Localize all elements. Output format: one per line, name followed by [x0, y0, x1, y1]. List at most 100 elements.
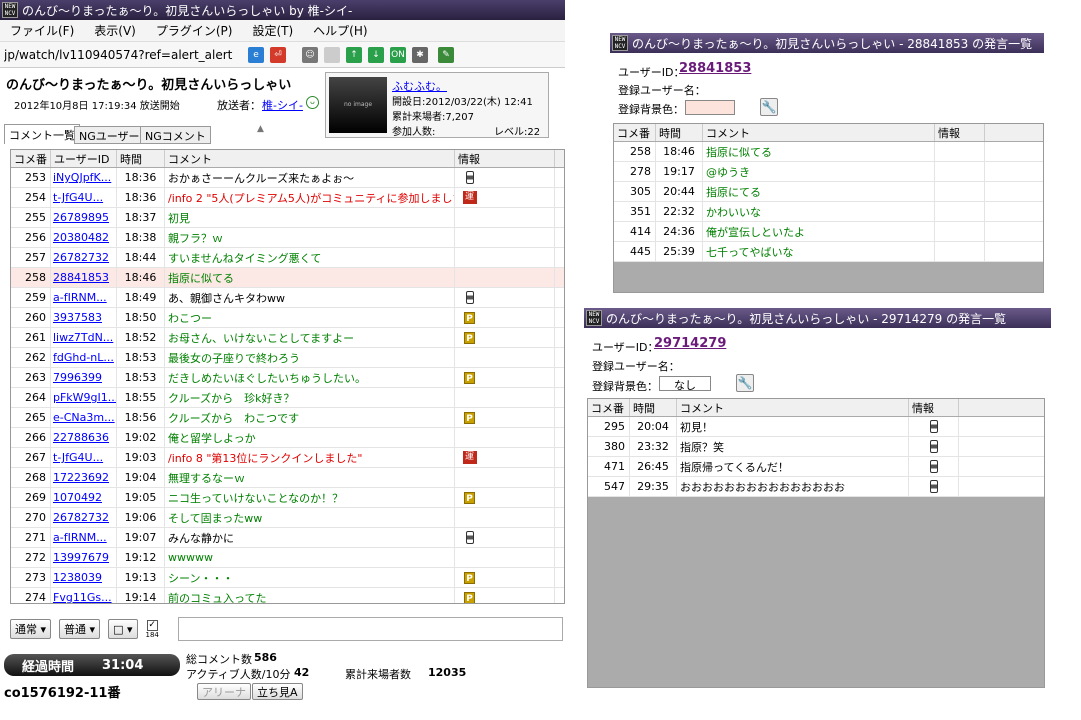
table-row[interactable]: 265 e-CNa3m... 18:56 クルーズから わこつです P: [11, 408, 564, 428]
menu-view[interactable]: 表示(V): [84, 22, 146, 39]
tab-comments[interactable]: コメント一覧: [4, 124, 80, 144]
table-row[interactable]: 271 a-fIRNM... 19:07 みんな静かに: [11, 528, 564, 548]
row-user-id-link[interactable]: Fvg11Gs...: [51, 591, 112, 603]
row-user-id-link[interactable]: e-CNa3m...: [51, 411, 115, 424]
row-user-id-link[interactable]: iNyQJpfK...: [51, 171, 111, 184]
table-row[interactable]: 414 24:36 俺が宣伝しといたよ: [614, 222, 1043, 242]
p2-col-comment[interactable]: コメント: [677, 399, 909, 416]
url-field[interactable]: jp/watch/lv110940574?ref=alert_alert: [4, 48, 242, 62]
row-user-id-link[interactable]: 13997679: [51, 551, 109, 564]
table-row[interactable]: 295 20:04 初見！: [588, 417, 1044, 437]
style-select[interactable]: 通常 ▾: [10, 619, 52, 639]
menu-plugin[interactable]: プラグイン(P): [146, 22, 243, 39]
row-user-id-link[interactable]: a-fIRNM...: [51, 531, 107, 544]
table-row[interactable]: 255 26789895 18:37 初見: [11, 208, 564, 228]
table-row[interactable]: 270 26782732 19:06 そして固まったww: [11, 508, 564, 528]
robot-icon[interactable]: ☺: [302, 46, 318, 63]
connect-icon[interactable]: e: [248, 46, 264, 63]
tab-ng-users[interactable]: NGユーザー: [74, 126, 145, 144]
broadcaster-link[interactable]: 椎-シイ-: [262, 97, 303, 113]
table-row[interactable]: 351 22:32 かわいいな: [614, 202, 1043, 222]
table-row[interactable]: 547 29:35 おおおおおおおおおおおおおおお: [588, 477, 1044, 497]
col-comment[interactable]: コメント: [165, 150, 455, 167]
row-user-id-link[interactable]: 1238039: [51, 571, 102, 584]
col-time[interactable]: 時間: [117, 150, 165, 167]
table-row[interactable]: 273 1238039 19:13 シーン・・・ P: [11, 568, 564, 588]
tab-ng-comments[interactable]: NGコメント: [140, 126, 211, 144]
table-row[interactable]: 445 25:39 七千ってやばいな: [614, 242, 1043, 262]
table-row[interactable]: 269 1070492 19:05 ニコ生っていけないことなのか！？ P: [11, 488, 564, 508]
table-row[interactable]: 380 23:32 指原？笑: [588, 437, 1044, 457]
table-row[interactable]: 471 26:45 指原帰ってくるんだ！: [588, 457, 1044, 477]
table-row[interactable]: 258 28841853 18:46 指原に似てる: [11, 268, 564, 288]
table-row[interactable]: 262 fdGhd-nL... 18:53 最後女の子座りで終わろう: [11, 348, 564, 368]
row-user-id-link[interactable]: 26782732: [51, 511, 109, 524]
menu-help[interactable]: ヘルプ(H): [303, 22, 377, 39]
download-icon[interactable]: ↓: [368, 46, 384, 63]
pin-icon[interactable]: ✎: [438, 46, 454, 63]
row-user-id-link[interactable]: a-fIRNM...: [51, 291, 107, 304]
table-row[interactable]: 305 20:44 指原にてる: [614, 182, 1043, 202]
panel2-uid[interactable]: 29714279: [654, 336, 726, 351]
p1-col-info[interactable]: 情報: [935, 124, 985, 141]
collapse-icon[interactable]: ▲: [257, 124, 264, 134]
table-row[interactable]: 254 t-JfG4U... 18:36/info 2 "5人(プレミアム5人)がコ…: [11, 188, 564, 208]
table-row[interactable]: 278 19:17 @ゆうき: [614, 162, 1043, 182]
p2-col-info[interactable]: 情報: [909, 399, 959, 416]
blank-icon[interactable]: [324, 46, 340, 63]
row-user-id-link[interactable]: 22788636: [51, 431, 109, 444]
position-select[interactable]: □ ▾: [108, 619, 138, 639]
row-user-id-link[interactable]: 26782732: [51, 251, 109, 264]
p1-col-number[interactable]: コメ番: [614, 124, 656, 141]
community-thumbnail[interactable]: no image: [329, 77, 387, 133]
table-row[interactable]: 261 liwz7TdN... 18:52 お母さん、いけないことしてますよー P: [11, 328, 564, 348]
menu-file[interactable]: ファイル(F): [0, 22, 84, 39]
table-row[interactable]: 264 pFkW9gI1... 18:55 クルーズから 珍k好き？: [11, 388, 564, 408]
wrench-icon[interactable]: 🔧: [760, 98, 778, 116]
row-user-id-link[interactable]: 7996399: [51, 371, 102, 384]
row-user-id-link[interactable]: 20380482: [51, 231, 109, 244]
row-user-id-link[interactable]: liwz7TdN...: [51, 331, 113, 344]
community-name[interactable]: ふむふむ。: [392, 78, 447, 94]
upload-icon[interactable]: ↑: [346, 46, 362, 63]
table-row[interactable]: 274 Fvg11Gs... 19:14 前のコミュ入ってた P: [11, 588, 564, 603]
size-select[interactable]: 普通 ▾: [59, 619, 101, 639]
table-row[interactable]: 267 t-JfG4U... 19:03/info 8 "第13位にランクインしまし…: [11, 448, 564, 468]
panel1-bg-swatch[interactable]: [685, 100, 735, 115]
comment-input[interactable]: [178, 617, 563, 641]
row-user-id-link[interactable]: 28841853: [51, 271, 109, 284]
table-row[interactable]: 258 18:46 指原に似てる: [614, 142, 1043, 162]
p1-col-comment[interactable]: コメント: [703, 124, 935, 141]
panel2-bg-swatch[interactable]: なし: [659, 376, 711, 392]
row-user-id-link[interactable]: 3937583: [51, 311, 102, 324]
p2-col-number[interactable]: コメ番: [588, 399, 630, 416]
col-number[interactable]: コメ番: [11, 150, 51, 167]
table-row[interactable]: 260 3937583 18:50 わこつー P: [11, 308, 564, 328]
arena-button[interactable]: アリーナ: [197, 683, 251, 700]
on-icon[interactable]: ON: [390, 46, 406, 63]
row-user-id-link[interactable]: t-JfG4U...: [51, 451, 103, 464]
col-info[interactable]: 情報: [455, 150, 555, 167]
col-user-id[interactable]: ユーザーID: [51, 150, 117, 167]
p1-col-time[interactable]: 時間: [656, 124, 703, 141]
gear-icon[interactable]: ✱: [412, 46, 428, 63]
disconnect-icon[interactable]: ⏎: [270, 46, 286, 63]
menu-settings[interactable]: 設定(T): [242, 22, 303, 39]
table-row[interactable]: 268 17223692 19:04 無理するなーｗ: [11, 468, 564, 488]
table-row[interactable]: 253 iNyQJpfK... 18:36 おかぁさーーんクルーズ来たぁよぉ～: [11, 168, 564, 188]
panel1-uid[interactable]: 28841853: [679, 61, 751, 76]
table-row[interactable]: 259 a-fIRNM... 18:49 あ、親御さんキタわww: [11, 288, 564, 308]
row-user-id-link[interactable]: t-JfG4U...: [51, 191, 103, 204]
wrench-icon[interactable]: 🔧: [736, 374, 754, 392]
anon-checkbox[interactable]: ✓ 184: [146, 619, 159, 639]
row-user-id-link[interactable]: 1070492: [51, 491, 102, 504]
table-row[interactable]: 266 22788636 19:02 俺と留学しよっか: [11, 428, 564, 448]
table-row[interactable]: 272 13997679 19:12 wwwww: [11, 548, 564, 568]
table-row[interactable]: 256 20380482 18:38 親フラ？ｗ: [11, 228, 564, 248]
standing-button[interactable]: 立ち見A: [252, 683, 303, 700]
p2-col-time[interactable]: 時間: [630, 399, 677, 416]
row-user-id-link[interactable]: fdGhd-nL...: [51, 351, 114, 364]
row-user-id-link[interactable]: 26789895: [51, 211, 109, 224]
table-row[interactable]: 257 26782732 18:44 すいませんねタイミング悪くて: [11, 248, 564, 268]
row-user-id-link[interactable]: pFkW9gI1...: [51, 391, 116, 404]
